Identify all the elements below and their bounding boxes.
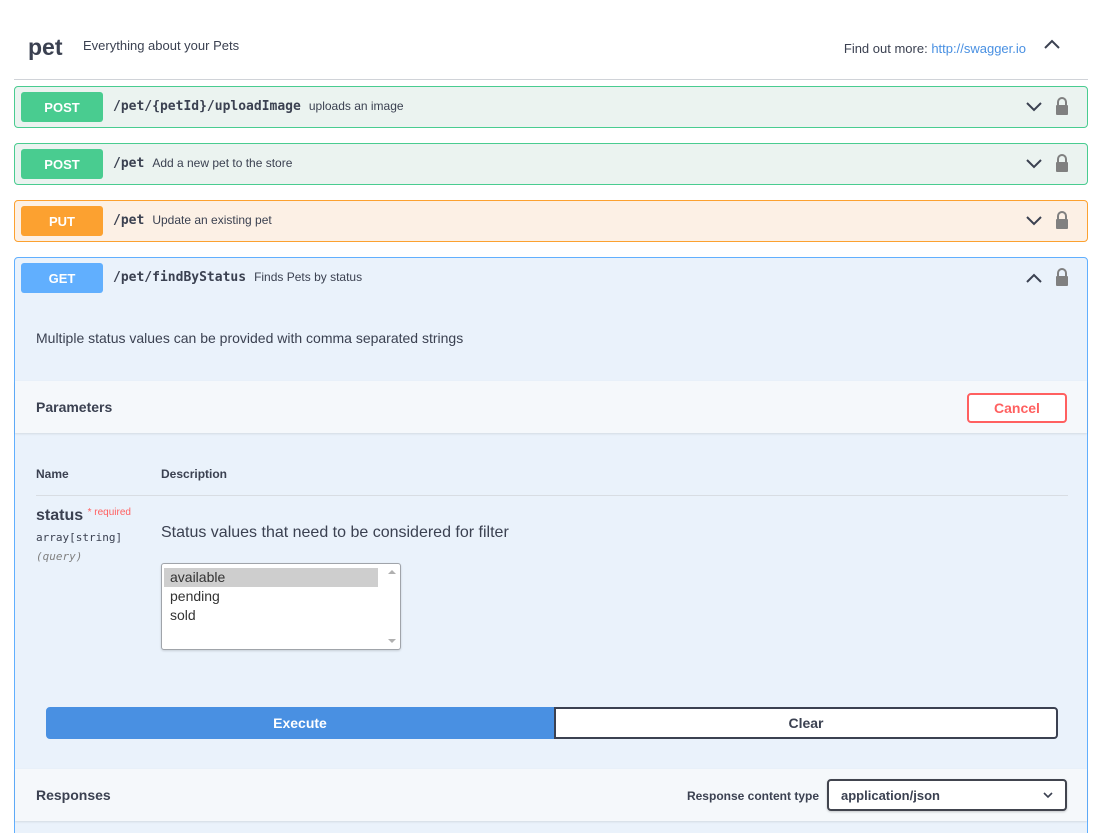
method-badge: PUT bbox=[21, 206, 103, 236]
path-text: /pet/{petId}/uploadImage bbox=[113, 99, 301, 114]
header-divider bbox=[36, 495, 1068, 496]
chevron-down-icon bbox=[1043, 792, 1053, 799]
parameters-title: Parameters bbox=[36, 399, 113, 415]
operation-summary-text: Update an existing pet bbox=[152, 213, 272, 227]
path-text: /pet/findByStatus bbox=[113, 270, 247, 285]
lock-icon[interactable] bbox=[1054, 96, 1070, 116]
responses-header: Responses Response content type applicat… bbox=[15, 769, 1087, 821]
param-type: array[string] bbox=[36, 531, 123, 544]
parameters-header: Parameters Cancel bbox=[15, 381, 1087, 433]
param-name-text: status bbox=[36, 507, 84, 524]
operation-path: /pet/findByStatus Finds Pets by status bbox=[113, 270, 362, 285]
operation-path: /pet Update an existing pet bbox=[113, 213, 272, 228]
tag-header[interactable]: pet Everything about your Pets Find out … bbox=[14, 16, 1088, 80]
find-out-more-label: Find out more: bbox=[843, 41, 928, 56]
tag-name: pet bbox=[28, 34, 63, 60]
chevron-up-icon[interactable] bbox=[1025, 271, 1043, 285]
option-sold[interactable]: sold bbox=[164, 606, 378, 625]
param-name: status * required bbox=[36, 507, 131, 525]
method-badge: POST bbox=[21, 92, 103, 122]
tag-description: Everything about your Pets bbox=[83, 38, 240, 53]
operation-path: /pet Add a new pet to the store bbox=[113, 156, 292, 171]
find-out-more: Find out more: http://swagger.io bbox=[844, 41, 1026, 56]
response-content-type-label: Response content type bbox=[686, 789, 819, 803]
lock-icon[interactable] bbox=[1054, 210, 1070, 230]
operation-post-pet: POST /pet Add a new pet to the store bbox=[14, 143, 1088, 185]
scroll-down-icon[interactable] bbox=[388, 639, 396, 643]
listbox-scrollbar[interactable] bbox=[384, 564, 400, 649]
response-content-type-select[interactable]: application/json bbox=[827, 779, 1067, 811]
status-multiselect[interactable]: available pending sold bbox=[161, 563, 401, 650]
operation-put-pet: PUT /pet Update an existing pet bbox=[14, 200, 1088, 242]
operation-summary-text: Finds Pets by status bbox=[254, 270, 363, 284]
operation-path: /pet/{petId}/uploadImage uploads an image bbox=[113, 99, 404, 114]
param-description: Status values that need to be considered… bbox=[161, 524, 509, 541]
clear-button[interactable]: Clear bbox=[554, 707, 1058, 739]
column-name-header: Name bbox=[36, 467, 69, 481]
option-pending[interactable]: pending bbox=[164, 587, 378, 606]
operation-post-upload-image: POST /pet/{petId}/uploadImage uploads an … bbox=[14, 86, 1088, 128]
operation-summary[interactable]: GET /pet/findByStatus Finds Pets by statu… bbox=[15, 258, 1087, 298]
chevron-up-icon[interactable] bbox=[1042, 36, 1062, 52]
lock-icon[interactable] bbox=[1054, 267, 1070, 287]
param-location: (query) bbox=[36, 550, 83, 563]
operation-summary[interactable]: POST /pet Add a new pet to the store bbox=[15, 144, 1087, 184]
chevron-down-icon[interactable] bbox=[1025, 214, 1043, 228]
column-description-header: Description bbox=[161, 467, 228, 481]
swagger-link[interactable]: http://swagger.io bbox=[931, 41, 1026, 56]
chevron-down-icon[interactable] bbox=[1025, 100, 1043, 114]
method-badge: GET bbox=[21, 263, 103, 293]
method-badge: POST bbox=[21, 149, 103, 179]
option-available[interactable]: available bbox=[164, 568, 378, 587]
responses-title: Responses bbox=[36, 787, 111, 803]
scroll-up-icon[interactable] bbox=[388, 570, 396, 574]
path-text: /pet bbox=[113, 213, 145, 228]
cancel-button[interactable]: Cancel bbox=[967, 393, 1067, 423]
operation-description: Multiple status values can be provided w… bbox=[36, 330, 464, 346]
operation-get-find-by-status: GET /pet/findByStatus Finds Pets by statu… bbox=[14, 257, 1088, 833]
lock-icon[interactable] bbox=[1054, 153, 1070, 173]
execute-button[interactable]: Execute bbox=[46, 707, 554, 739]
required-marker: * required bbox=[87, 507, 131, 518]
operation-summary[interactable]: PUT /pet Update an existing pet bbox=[15, 201, 1087, 241]
response-content-type-value: application/json bbox=[841, 788, 940, 803]
chevron-down-icon[interactable] bbox=[1025, 157, 1043, 171]
operation-summary-text: uploads an image bbox=[308, 99, 404, 113]
path-text: /pet bbox=[113, 156, 145, 171]
operation-summary[interactable]: POST /pet/{petId}/uploadImage uploads an … bbox=[15, 87, 1087, 127]
operation-summary-text: Add a new pet to the store bbox=[152, 156, 293, 170]
